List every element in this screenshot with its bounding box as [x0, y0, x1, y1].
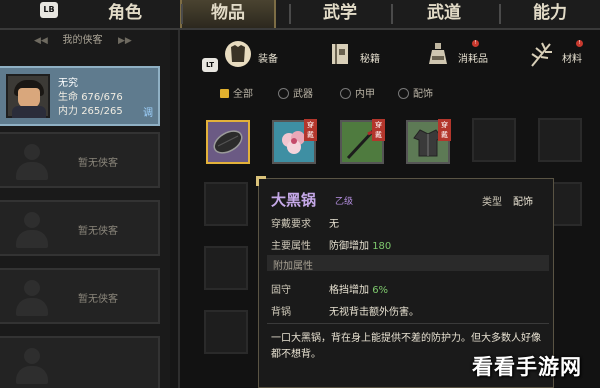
lb-button-hint[interactable]: LB — [40, 2, 58, 18]
extra-attributes-label: 附加属性 — [273, 261, 313, 272]
notification-badge: ! — [472, 40, 479, 47]
filter-accessory[interactable]: 配饰 — [398, 87, 433, 103]
extra-attribute-row: 固守 格挡增加 6% — [271, 281, 388, 296]
equipped-badge: 穿戴 — [438, 119, 451, 141]
mp-value: 265/265 — [81, 106, 123, 117]
empty-party-slot[interactable]: 暂无侠客 — [0, 200, 160, 256]
hero-hp: 生命 676/676 — [58, 88, 123, 103]
radio-icon — [398, 88, 409, 99]
watermark: 看看手游网 — [472, 355, 582, 379]
extra-attribute-number: 6% — [372, 285, 389, 296]
arrow-left-icon: ◀◀ — [34, 36, 48, 46]
party-title: 我的侠客 — [62, 35, 103, 46]
empty-party-slot[interactable]: 暂无侠客 — [0, 268, 160, 324]
extra-attribute-label: 固守 — [271, 285, 291, 296]
lt-button-hint[interactable]: LT — [202, 58, 218, 72]
hero-name: 无究 — [58, 78, 78, 89]
category-label: 材料 — [562, 54, 582, 65]
divider — [267, 323, 549, 324]
inventory-slot[interactable] — [472, 118, 516, 162]
herb-icon — [531, 42, 552, 67]
equipped-badge: 穿戴 — [372, 119, 385, 141]
silhouette-icon — [14, 142, 50, 182]
filter-weapon[interactable]: 武器 — [278, 87, 313, 103]
inventory-slot[interactable] — [204, 310, 248, 354]
item-spear[interactable]: 穿戴 — [340, 119, 385, 164]
mp-label: 内力 — [58, 106, 78, 117]
inventory-slot[interactable] — [204, 182, 248, 226]
empty-slot-label: 暂无侠客 — [78, 294, 118, 305]
empty-slot-label: 暂无侠客 — [78, 158, 118, 169]
requirement-row: 穿戴要求 无 — [271, 215, 339, 230]
empty-slot-label: 暂无侠客 — [78, 226, 118, 237]
wok-icon — [213, 130, 243, 154]
tab-martial-arts[interactable]: 武学 — [289, 0, 390, 28]
notification-badge: ! — [576, 40, 583, 47]
tab-character[interactable]: 角色 — [70, 0, 180, 28]
empty-party-slot[interactable]: 暂无侠客 — [0, 132, 160, 188]
adjust-button[interactable]: 调 — [143, 104, 153, 119]
type-label: 类型 — [482, 197, 502, 208]
extra-attribute-row: 背锅 无视背击额外伤害。 — [271, 303, 419, 318]
main-attribute-text: 防御增加 — [329, 241, 369, 252]
filter-inner-armor[interactable]: 内甲 — [340, 87, 375, 103]
hero-mp: 内力 265/265 — [58, 102, 123, 117]
extra-attribute-value: 无视背击额外伤害。 — [329, 307, 419, 318]
extra-attribute-text: 格挡增加 — [329, 285, 369, 296]
radio-icon — [278, 88, 289, 99]
type-value: 配饰 — [513, 197, 533, 208]
tab-abilities[interactable]: 能力 — [499, 0, 600, 28]
selected-marker-icon — [220, 89, 229, 98]
silhouette-icon — [14, 278, 50, 318]
equipped-badge: 穿戴 — [304, 119, 317, 141]
item-grade: 乙级 — [335, 197, 354, 207]
party-panel: ◀◀ 我的侠客 ▶▶ 无究 生命 676/676 内力 265/265 调 暂无… — [0, 30, 170, 388]
avatar — [6, 74, 50, 118]
category-label: 装备 — [258, 54, 278, 65]
main-attribute-number: 180 — [372, 241, 392, 252]
inventory-slot[interactable] — [538, 118, 582, 162]
item-dark-robe[interactable]: 穿戴 — [406, 119, 451, 164]
radio-icon — [340, 88, 351, 99]
extra-attribute-label: 背锅 — [271, 307, 291, 318]
filter-all[interactable]: 全部 — [220, 87, 253, 103]
party-header: ◀◀ 我的侠客 ▶▶ — [0, 32, 165, 50]
corner-decoration — [256, 176, 266, 186]
silhouette-icon — [14, 210, 50, 250]
item-name: 大黑锅 — [271, 191, 317, 209]
hero-card[interactable]: 无究 生命 676/676 内力 265/265 调 — [0, 66, 160, 126]
requirement-value: 无 — [329, 219, 339, 230]
top-nav: LB 角色 物品 武学 武道 能力 — [0, 0, 600, 30]
item-flower-robe[interactable]: 穿戴 — [272, 119, 317, 164]
armor-icon — [225, 41, 251, 67]
empty-party-slot[interactable] — [0, 336, 160, 388]
category-label: 秘籍 — [360, 54, 380, 65]
potion-icon — [429, 43, 447, 64]
silhouette-icon — [14, 346, 50, 386]
book-icon — [332, 44, 348, 64]
category-label: 消耗品 — [458, 54, 488, 65]
requirement-label: 穿戴要求 — [271, 219, 311, 230]
main-attribute-label: 主要属性 — [271, 241, 311, 252]
main-attribute-row: 主要属性 防御增加 180 — [271, 237, 391, 252]
extra-attributes-header: 附加属性 — [267, 255, 549, 272]
tab-items[interactable]: 物品 — [180, 0, 276, 28]
inventory-slot[interactable] — [204, 246, 248, 290]
tab-wudao[interactable]: 武道 — [391, 0, 496, 28]
arrow-right-icon: ▶▶ — [118, 36, 132, 46]
item-wok[interactable] — [206, 120, 250, 164]
